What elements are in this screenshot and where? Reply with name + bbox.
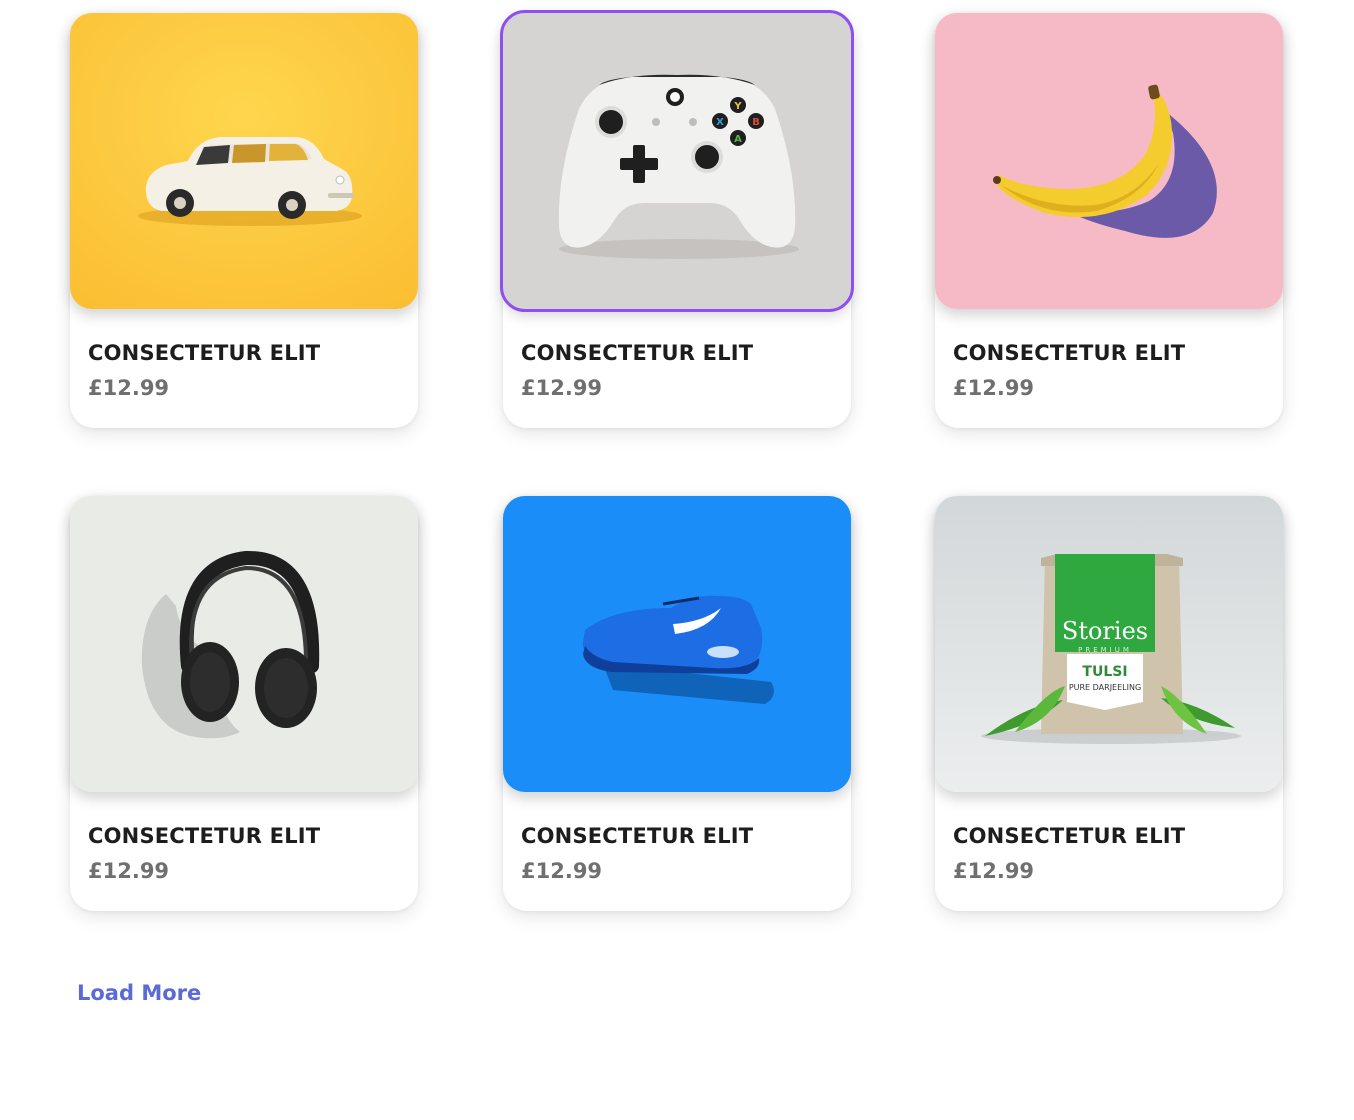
product-title: CONSECTETUR ELIT [953, 824, 1186, 848]
controller-a-label: A [734, 134, 742, 145]
tea-tier-label: PREMIUM [1078, 646, 1132, 654]
product-price: £12.99 [953, 859, 1035, 883]
load-more-link[interactable]: Load More [77, 981, 201, 1005]
game-controller-image: Y X B A [500, 10, 854, 312]
product-card[interactable]: CONSECTETUR ELIT £12.99 [70, 496, 418, 911]
product-title: CONSECTETUR ELIT [88, 341, 321, 365]
product-grid: CONSECTETUR ELIT £12.99 Y X B A CONSECTE… [0, 0, 1354, 960]
product-card[interactable]: Y X B A CONSECTETUR ELIT £12.99 [500, 10, 854, 428]
product-price: £12.99 [88, 859, 170, 883]
product-price: £12.99 [88, 376, 170, 400]
product-price: £12.99 [521, 859, 603, 883]
product-price: £12.99 [953, 376, 1035, 400]
product-card[interactable]: CONSECTETUR ELIT £12.99 [503, 496, 851, 911]
sneaker-image [503, 496, 851, 792]
product-title: CONSECTETUR ELIT [521, 824, 754, 848]
product-card[interactable]: Stories PREMIUM TULSI PURE DARJEELING CO… [935, 496, 1283, 911]
tea-name-label: TULSI [1082, 664, 1127, 680]
product-title: CONSECTETUR ELIT [521, 341, 754, 365]
controller-y-label: Y [733, 101, 742, 112]
controller-b-label: B [752, 117, 760, 128]
tea-subtitle-label: PURE DARJEELING [1069, 683, 1141, 692]
product-title: CONSECTETUR ELIT [953, 341, 1186, 365]
product-title: CONSECTETUR ELIT [88, 824, 321, 848]
tea-brand-label: Stories [1062, 617, 1148, 645]
toy-car-image [70, 13, 418, 309]
product-card[interactable]: CONSECTETUR ELIT £12.99 [70, 13, 418, 428]
product-price: £12.99 [521, 376, 603, 400]
headphones-image [70, 496, 418, 792]
controller-x-label: X [716, 117, 724, 128]
tea-bag-image: Stories PREMIUM TULSI PURE DARJEELING [935, 496, 1283, 792]
product-card[interactable]: CONSECTETUR ELIT £12.99 [935, 13, 1283, 428]
banana-image [935, 13, 1283, 309]
